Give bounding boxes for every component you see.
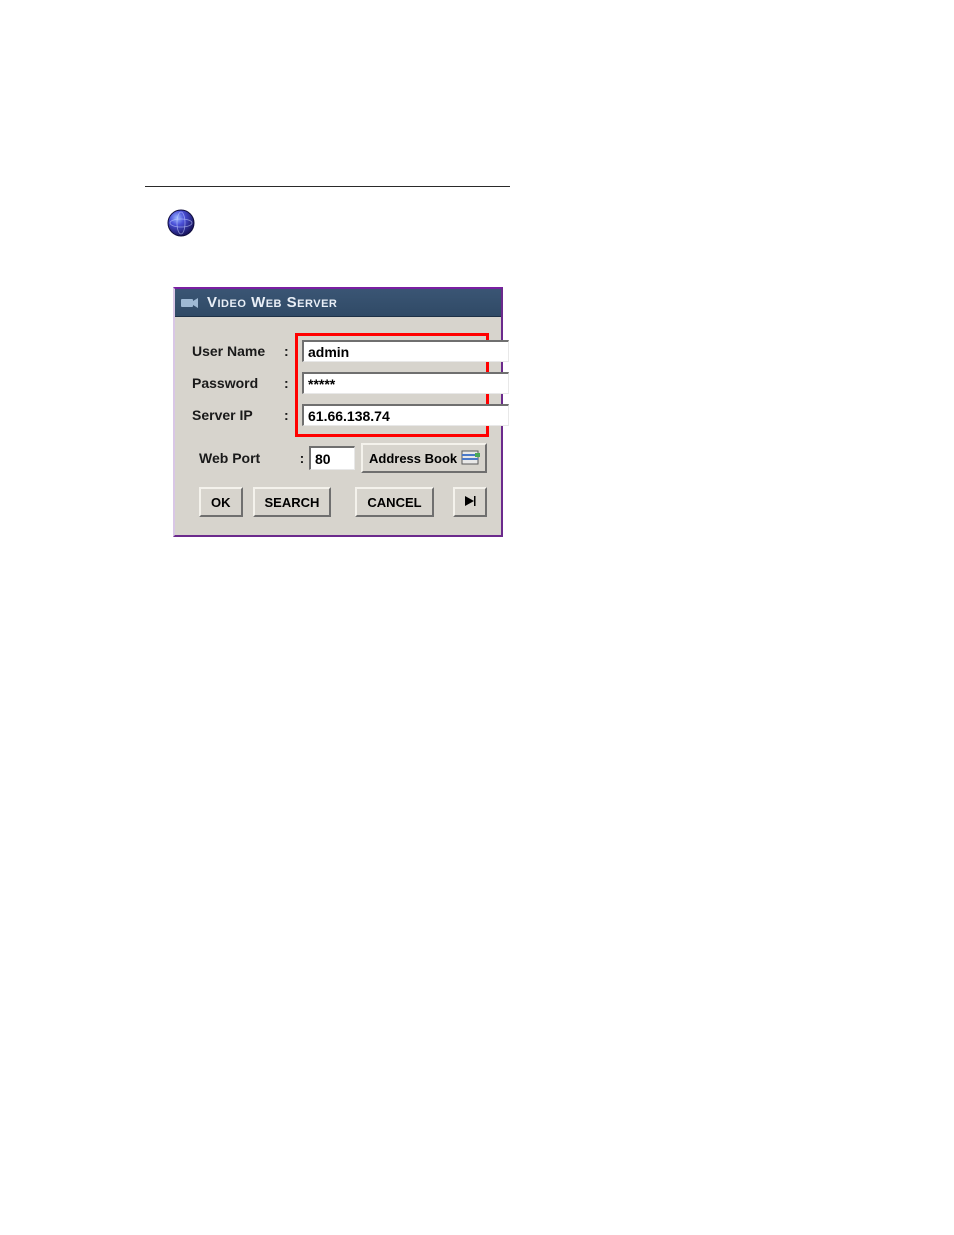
server-ip-label: Server IP — [192, 407, 288, 423]
web-port-label: Web Port — [199, 450, 295, 466]
colon: : — [284, 407, 289, 423]
highlighted-fields: User Name : Password : Server IP : — [295, 333, 489, 437]
titlebar: Video Web Server — [175, 289, 501, 317]
book-icon — [461, 449, 481, 467]
login-dialog: Video Web Server User Name : Password : … — [173, 287, 503, 537]
username-label: User Name — [192, 343, 288, 359]
address-book-button[interactable]: Address Book — [361, 443, 487, 473]
address-book-label: Address Book — [369, 451, 457, 466]
colon: : — [284, 343, 289, 359]
server-ip-input[interactable] — [302, 404, 509, 426]
username-input[interactable] — [302, 340, 509, 362]
play-button[interactable] — [453, 487, 487, 517]
password-input[interactable] — [302, 372, 509, 394]
camera-icon — [181, 296, 199, 310]
play-icon — [464, 495, 476, 510]
dialog-body: User Name : Password : Server IP : Web P… — [175, 317, 501, 535]
sphere-icon — [166, 208, 196, 238]
password-label: Password — [192, 375, 288, 391]
dialog-title: Video Web Server — [207, 294, 337, 311]
divider — [145, 186, 510, 187]
colon: : — [295, 450, 309, 466]
search-button[interactable]: SEARCH — [253, 487, 332, 517]
web-port-input[interactable] — [309, 446, 355, 470]
cancel-button[interactable]: CANCEL — [355, 487, 433, 517]
ok-button[interactable]: OK — [199, 487, 243, 517]
colon: : — [284, 375, 289, 391]
